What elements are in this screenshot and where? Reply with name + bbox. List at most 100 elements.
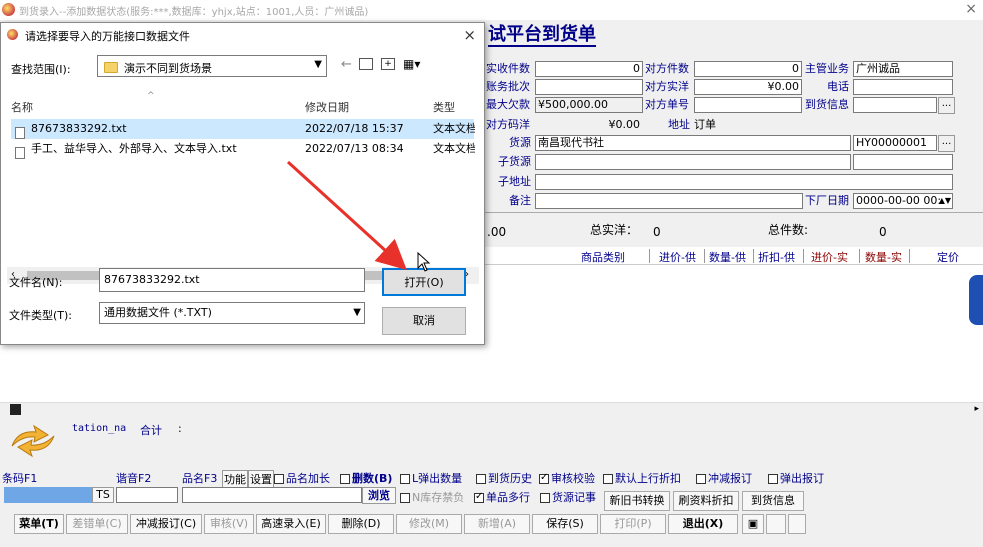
total-label: 合计 <box>140 424 162 437</box>
source-note-checkbox[interactable]: 货源记事 <box>540 489 596 505</box>
sub-source-code-field[interactable] <box>853 154 953 170</box>
chevron-down-icon[interactable]: ▼ <box>314 59 322 70</box>
grid-col-category[interactable]: 商品类别 <box>581 249 625 265</box>
exit-button[interactable]: 退出(X) <box>668 514 738 534</box>
grid-body[interactable] <box>485 265 983 402</box>
up-folder-icon[interactable] <box>359 58 373 70</box>
browse-button[interactable]: 浏览 <box>362 487 396 504</box>
spin-icon[interactable]: ▲▼ <box>939 194 951 208</box>
arrival-info-browse-button[interactable]: ... <box>938 97 955 114</box>
checkbox-checked-icon <box>474 491 484 503</box>
multi-line-checkbox[interactable]: 单品多行 <box>474 489 530 505</box>
filename-input[interactable]: 87673833292.txt <box>99 268 365 292</box>
popup-report-checkbox[interactable]: 弹出报订 <box>768 470 824 486</box>
old-new-convert-button[interactable]: 新旧书转换 <box>604 491 670 511</box>
peer-count-field[interactable]: 0 <box>694 61 802 77</box>
default-discount-checkbox[interactable]: 默认上行折扣 <box>603 470 681 486</box>
barcode-option[interactable]: 条码F1 <box>2 470 37 486</box>
file-row[interactable]: 手工、益华导入、外部导入、文本导入.txt 2022/07/13 08:34 文… <box>11 139 475 159</box>
blank-button-2[interactable] <box>788 514 806 534</box>
max-owe-field[interactable]: ¥500,000.00 <box>535 97 643 113</box>
view-menu-icon[interactable]: ▦▾ <box>403 57 420 71</box>
barcode-input[interactable] <box>4 487 92 503</box>
side-panel-tab[interactable] <box>969 275 983 325</box>
note-field[interactable] <box>535 193 803 209</box>
arrival-info-field[interactable] <box>853 97 937 113</box>
scroll-marker <box>10 404 21 415</box>
grid-col-price-supply[interactable]: 进价-供 <box>659 249 696 265</box>
delete-count-checkbox[interactable]: 删数(B) <box>340 470 392 486</box>
delete-button[interactable]: 删除(D) <box>328 514 394 534</box>
ts-button[interactable]: TS <box>92 487 114 503</box>
factory-date-field[interactable]: 0000-00-00 00: ▲▼ <box>853 193 953 209</box>
sub-address-field[interactable] <box>535 174 953 190</box>
peer-actual-field[interactable]: ¥0.00 <box>694 79 802 95</box>
new-folder-icon[interactable]: + <box>381 58 395 70</box>
print-button[interactable]: 打印(P) <box>600 514 666 534</box>
quick-entry-button[interactable]: 高速录入(E) <box>256 514 326 534</box>
audit-verify-checkbox[interactable]: 审核校验 <box>539 470 595 486</box>
blank-button-1[interactable] <box>766 514 786 534</box>
peer-code-label: 对方码洋 <box>486 118 530 131</box>
dialog-close-icon[interactable]: × <box>463 26 476 44</box>
chevron-down-icon[interactable]: ▼ <box>353 303 361 323</box>
voice-option[interactable]: 谐音F2 <box>116 470 151 486</box>
source-code-field[interactable]: HY00000001 <box>853 135 937 151</box>
batch-field[interactable] <box>535 79 643 95</box>
grid-col-discount-supply[interactable]: 折扣-供 <box>758 249 795 265</box>
audit-button[interactable]: 审核(V) <box>204 514 254 534</box>
sub-source-field[interactable] <box>535 154 851 170</box>
n-stock-checkbox[interactable]: N库存禁负 <box>400 489 464 505</box>
phone-field[interactable] <box>853 79 953 95</box>
offset-report-button[interactable]: 冲减报订(C) <box>130 514 202 534</box>
add-button[interactable]: 新增(A) <box>464 514 530 534</box>
save-button[interactable]: 保存(S) <box>532 514 598 534</box>
manager-field[interactable]: 广州诚品 <box>853 61 953 77</box>
refresh-discount-button[interactable]: 刷资料折扣 <box>673 491 739 511</box>
arrival-info-button[interactable]: 到货信息 <box>742 491 804 511</box>
name-input[interactable] <box>182 487 362 503</box>
cancel-button[interactable]: 取消 <box>382 307 466 335</box>
function-button[interactable]: 功能 <box>222 470 248 488</box>
settings-button[interactable]: 设置 <box>248 470 274 488</box>
grid-col-price-actual[interactable]: 进价-实 <box>811 249 848 265</box>
sort-up-icon: ^ <box>147 91 155 101</box>
name-lengthen-checkbox[interactable]: 品名加长 <box>274 470 330 486</box>
peer-order-field[interactable] <box>694 97 802 113</box>
voice-input[interactable] <box>116 487 178 503</box>
sub-source-label: 子货源 <box>498 155 531 168</box>
menu-button[interactable]: 菜单(T) <box>14 514 64 534</box>
arrival-history-checkbox[interactable]: 到货历史 <box>476 470 532 486</box>
wrong-order-button[interactable]: 差错单(C) <box>66 514 128 534</box>
grid-col-list-price[interactable]: 定价 <box>937 249 959 265</box>
file-row[interactable]: 87673833292.txt 2022/07/18 15:37 文本文档 <box>11 119 475 139</box>
name-option[interactable]: 品名F3 <box>182 470 217 486</box>
form-heading: 试平台到货单 <box>488 24 596 47</box>
filetype-select[interactable]: 通用数据文件 (*.TXT) ▼ <box>99 302 365 324</box>
dialog-app-icon <box>7 29 18 40</box>
window-toggle-icon[interactable]: ▣ <box>742 514 764 534</box>
grid-col-qty-actual[interactable]: 数量-实 <box>865 249 902 265</box>
col-name-header[interactable]: 名称 <box>11 99 33 115</box>
source-field[interactable]: 南昌现代书社 <box>535 135 851 151</box>
factory-date-label: 下厂日期 <box>805 194 849 207</box>
source-browse-button[interactable]: ... <box>938 135 955 152</box>
summary-divider <box>485 212 983 213</box>
address-value: 订单 <box>694 118 716 131</box>
open-button[interactable]: 打开(O) <box>382 268 466 296</box>
grid-header: 商品类别 进价-供 数量-供 折扣-供 进价-实 数量-实 定价 <box>485 247 983 265</box>
col-type-header[interactable]: 类型 <box>433 99 455 115</box>
lookin-dropdown[interactable]: 演示不同到货场景 ▼ <box>97 55 327 77</box>
grid-col-qty-supply[interactable]: 数量-供 <box>709 249 746 265</box>
modify-button[interactable]: 修改(M) <box>396 514 462 534</box>
offset-report-checkbox[interactable]: 冲减报订 <box>696 470 752 486</box>
grid-scrollbar[interactable]: ◂ ▸ <box>0 402 983 418</box>
note-label: 备注 <box>509 194 531 207</box>
l-popup-checkbox[interactable]: L弹出数量 <box>400 470 462 486</box>
station-label: tation_na <box>72 423 127 434</box>
window-close-icon[interactable]: × <box>965 1 977 17</box>
actual-count-field[interactable]: 0 <box>535 61 643 77</box>
col-date-header[interactable]: 修改日期 <box>305 99 349 115</box>
scroll-right-icon[interactable]: ▸ <box>974 404 979 414</box>
back-arrow-icon[interactable]: ← <box>341 57 352 72</box>
